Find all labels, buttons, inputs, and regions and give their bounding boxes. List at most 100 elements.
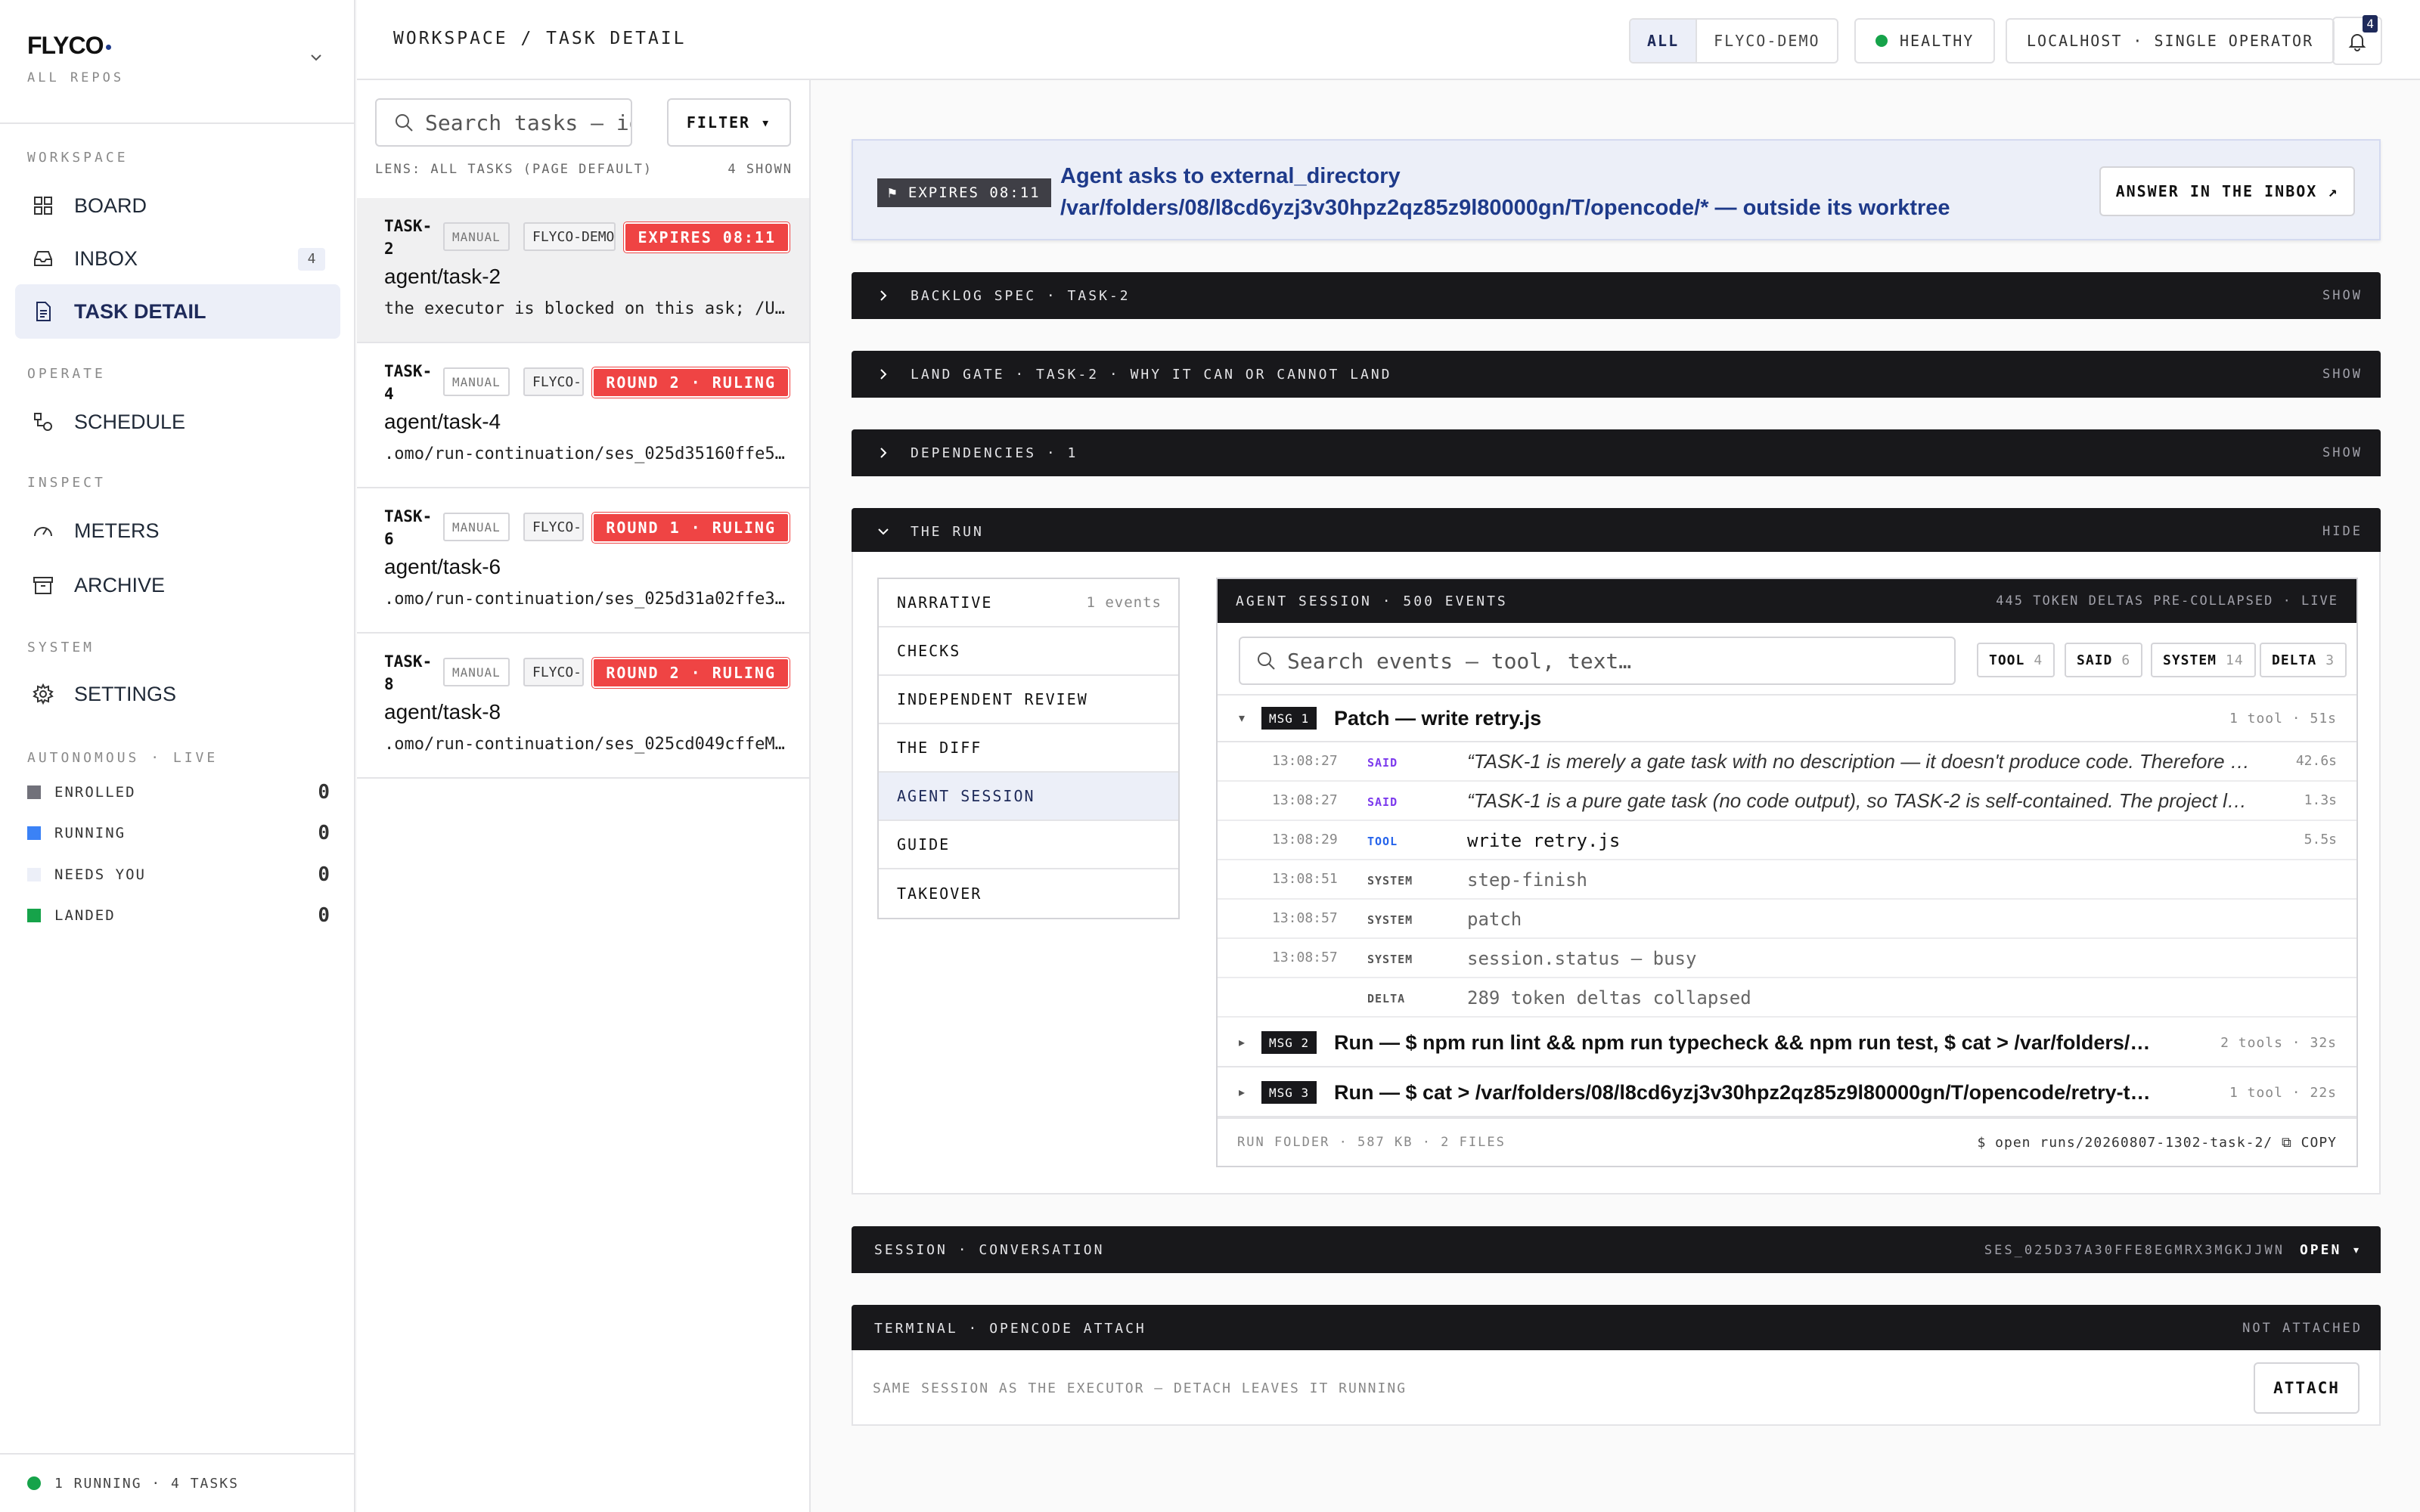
segment-flyco-demo[interactable]: FLYCO-DEMO xyxy=(1697,20,1836,62)
filter-chip-delta[interactable]: DELTA 3 xyxy=(2260,643,2347,677)
chevron-right-icon xyxy=(880,369,887,380)
brand[interactable]: FLYCO ALL REPOS xyxy=(0,0,354,124)
message-title: Run — $ npm run lint && npm run typechec… xyxy=(1334,1030,2151,1054)
run-tab-the-diff[interactable]: THE DIFF xyxy=(879,724,1178,773)
expiry-badge: ⚑ EXPIRES 08:11 xyxy=(877,178,1051,207)
filter-chip-system[interactable]: SYSTEM 14 xyxy=(2151,643,2256,677)
section-dependencies[interactable]: DEPENDENCIES · 1 SHOW xyxy=(852,429,2381,476)
task-card-task-4[interactable]: TASK-4 MANUAL FLYCO- ROUND 2 · RULING ag… xyxy=(357,343,809,488)
run-tab-agent-session[interactable]: AGENT SESSION xyxy=(879,773,1178,821)
caret-right-icon: ▸ xyxy=(1239,1086,1246,1099)
status-swatch xyxy=(27,868,41,881)
session-meta: 445 TOKEN DELTAS PRE-COLLAPSED · LIVE xyxy=(1996,593,2338,609)
archive-icon xyxy=(33,577,53,594)
breadcrumb: WORKSPACE / TASK DETAIL xyxy=(393,29,687,48)
section-the-run[interactable]: THE RUN HIDE xyxy=(852,508,2381,555)
tab-label: NARRATIVE xyxy=(897,593,993,612)
sidebar-item-inbox[interactable]: INBOX 4 xyxy=(15,231,340,286)
ask-message: Agent asks to external_directory /var/fo… xyxy=(1060,160,2081,224)
event-row[interactable]: DELTA 289 token deltas collapsed xyxy=(1218,978,2356,1018)
message-row-1[interactable]: ▾ MSG 1 Patch — write retry.js 1 tool · … xyxy=(1218,694,2356,742)
event-row[interactable]: 13:08:27 SAID “TASK-1 is merely a gate tas… xyxy=(1218,742,2356,782)
event-time: 13:08:51 xyxy=(1272,871,1338,887)
sidebar-item-archive[interactable]: ARCHIVE xyxy=(15,558,340,612)
sidebar-item-settings[interactable]: SETTINGS xyxy=(15,667,340,721)
task-card-task-8[interactable]: TASK-8 MANUAL FLYCO- ROUND 2 · RULING ag… xyxy=(357,634,809,779)
health-status[interactable]: HEALTHY xyxy=(1854,18,1996,64)
event-row[interactable]: 13:08:29 TOOL write retry.js 5.5s xyxy=(1218,821,2356,860)
search-icon xyxy=(396,114,413,132)
task-card-task-2[interactable]: TASK-2 MANUAL FLYCO-DEMO EXPIRES 08:11 a… xyxy=(357,198,809,343)
top-header: WORKSPACE / TASK DETAIL ALL FLYCO-DEMO H… xyxy=(357,0,2420,80)
event-row[interactable]: 13:08:27 SAID “TASK-1 is a pure gate task … xyxy=(1218,782,2356,821)
hide-toggle[interactable]: HIDE xyxy=(2322,524,2363,539)
chip-label: DELTA xyxy=(2272,652,2317,668)
open-button[interactable]: OPEN ▾ xyxy=(2300,1242,2363,1258)
task-detail-main: ⚑ EXPIRES 08:11 Agent asks to external_d… xyxy=(812,80,2420,1512)
event-search-input[interactable]: Search events — tool, text… xyxy=(1239,637,1956,685)
message-meta: 2 tools · 32s xyxy=(2220,1034,2337,1051)
chip-label: SAID xyxy=(2077,652,2113,668)
sidebar-item-board[interactable]: BOARD xyxy=(15,178,340,233)
task-title: agent/task-8 xyxy=(384,700,501,723)
show-toggle[interactable]: SHOW xyxy=(2322,445,2363,460)
chevron-down-icon xyxy=(878,528,889,535)
event-text: “TASK-1 is merely a gate task with no de… xyxy=(1467,750,2254,773)
segment-all[interactable]: ALL xyxy=(1630,20,1698,62)
session-conv-right: SES_025D37A30FFE8EGMRX3MGKJJWN OPEN ▾ xyxy=(1984,1242,2363,1258)
sidebar-footer: 1 RUNNING · 4 TASKS xyxy=(0,1453,355,1512)
caret-right-icon: ▸ xyxy=(1239,1036,1246,1049)
host-indicator[interactable]: LOCALHOST · SINGLE OPERATOR xyxy=(2006,18,2335,64)
event-row[interactable]: 13:08:57 SYSTEM patch xyxy=(1218,900,2356,939)
sidebar-item-schedule[interactable]: SCHEDULE xyxy=(15,395,340,449)
copy-command-button[interactable]: $ open runs/20260807-1302-task-2/ ⧉ COPY xyxy=(1978,1135,2338,1151)
section-title: DEPENDENCIES · 1 xyxy=(911,445,1078,461)
message-meta: 1 tool · 22s xyxy=(2229,1084,2337,1101)
show-toggle[interactable]: SHOW xyxy=(2322,367,2363,382)
sidebar-item-task-detail[interactable]: TASK DETAIL xyxy=(15,284,340,339)
filter-chip-tool[interactable]: TOOL 4 xyxy=(1977,643,2055,677)
attach-button[interactable]: ATTACH xyxy=(2254,1362,2360,1414)
section-title: SESSION · CONVERSATION xyxy=(874,1241,1105,1258)
task-id: TASK-6 xyxy=(384,507,433,548)
session-id: SES_025D37A30FFE8EGMRX3MGKJJWN xyxy=(1984,1242,2285,1258)
lens-bar: LENS: ALL TASKS (PAGE DEFAULT) 4 SHOWN xyxy=(375,162,793,177)
ask-line-2: /var/folders/08/l8cd6yzj3v30hpz2qz85z9l8… xyxy=(1060,196,1950,220)
sidebar-item-label: BOARD xyxy=(74,194,147,217)
section-session-conversation[interactable]: SESSION · CONVERSATION SES_025D37A30FFE8… xyxy=(852,1226,2381,1273)
message-row-3[interactable]: ▸ MSG 3 Run — $ cat > /var/folders/08/l8… xyxy=(1218,1069,2356,1117)
task-search-input[interactable]: Search tasks — id xyxy=(375,98,632,147)
section-land-gate[interactable]: LAND GATE · TASK-2 · WHY IT CAN OR CANNO… xyxy=(852,351,2381,398)
schedule-icon xyxy=(34,413,52,431)
chevron-down-icon[interactable] xyxy=(309,50,324,65)
brand-logo: FLYCO xyxy=(27,32,327,60)
run-tab-narrative[interactable]: NARRATIVE 1 events xyxy=(879,579,1178,627)
message-row-2[interactable]: ▸ MSG 2 Run — $ npm run lint && npm run … xyxy=(1218,1019,2356,1067)
sidebar-item-meters[interactable]: METERS xyxy=(15,503,340,558)
repo-tag: FLYCO- xyxy=(523,513,584,541)
search-placeholder: Search tasks — id xyxy=(425,110,632,135)
event-time: 13:08:57 xyxy=(1272,950,1338,965)
task-id: TASK-4 xyxy=(384,362,433,403)
task-card-task-6[interactable]: TASK-6 MANUAL FLYCO- ROUND 1 · RULING ag… xyxy=(357,488,809,634)
filter-chip-said[interactable]: SAID 6 xyxy=(2065,643,2143,677)
notifications-button[interactable]: 4 xyxy=(2332,15,2382,65)
task-title: agent/task-4 xyxy=(384,410,501,433)
run-tab-guide[interactable]: GUIDE xyxy=(879,821,1178,869)
permission-ask-alert: ⚑ EXPIRES 08:11 Agent asks to external_d… xyxy=(852,139,2381,240)
agent-session-panel: AGENT SESSION · 500 EVENTS 445 TOKEN DEL… xyxy=(1216,578,2358,1167)
section-backlog-spec[interactable]: BACKLOG SPEC · TASK-2 SHOW xyxy=(852,272,2381,319)
event-row[interactable]: 13:08:57 SYSTEM session.status — busy xyxy=(1218,939,2356,978)
filter-button[interactable]: FILTER ▾ xyxy=(667,98,791,147)
answer-in-inbox-button[interactable]: ANSWER IN THE INBOX ↗ xyxy=(2099,166,2355,216)
bell-icon xyxy=(2348,34,2366,51)
event-row[interactable]: 13:08:51 SYSTEM step-finish xyxy=(1218,860,2356,900)
run-tab-checks[interactable]: CHECKS xyxy=(879,627,1178,676)
status-label: ENROLLED xyxy=(54,784,136,801)
section-title: LAND GATE · TASK-2 · WHY IT CAN OR CANNO… xyxy=(911,366,1392,383)
run-tab-independent-review[interactable]: INDEPENDENT REVIEW xyxy=(879,676,1178,724)
show-toggle[interactable]: SHOW xyxy=(2322,288,2363,303)
status-badge: EXPIRES 08:11 xyxy=(624,222,790,253)
run-tab-takeover[interactable]: TAKEOVER xyxy=(879,869,1178,918)
autonomous-row-landed: LANDED 0 xyxy=(27,904,330,927)
